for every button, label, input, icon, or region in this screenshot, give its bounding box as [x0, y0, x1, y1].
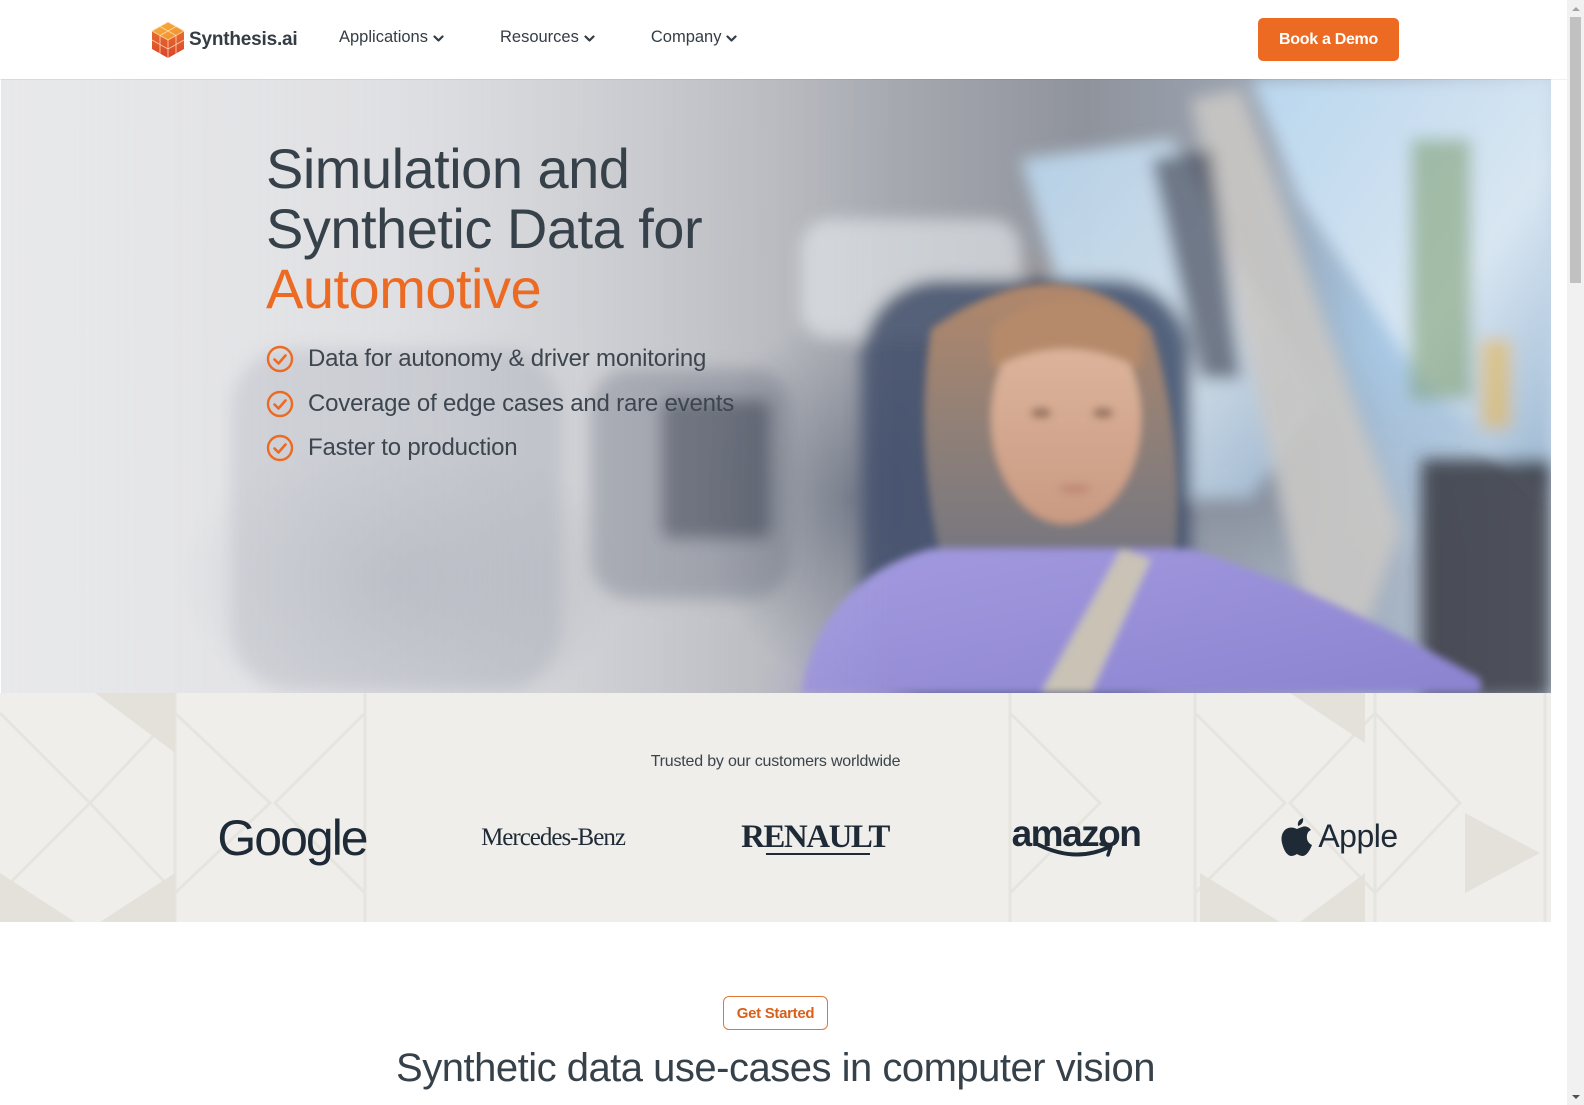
chevron-down-icon	[584, 35, 595, 42]
hero-content: Simulation and Synthetic Data for Automo…	[266, 139, 826, 471]
scrollbar-thumb[interactable]	[1570, 17, 1581, 283]
synthesis-cube-logo-icon	[151, 21, 185, 58]
hero-title-accent: Automotive	[266, 257, 542, 320]
google-logo: Google	[216, 808, 368, 868]
hero-feature-item: Data for autonomy & driver monitoring	[266, 337, 826, 382]
hero-feature-label: Faster to production	[308, 434, 518, 462]
apple-icon	[1281, 818, 1313, 856]
hero-title-line2: Synthetic Data for	[266, 197, 703, 260]
scroll-down-button[interactable]	[1567, 1088, 1584, 1105]
nav-item-applications[interactable]: Applications	[339, 28, 444, 47]
hero-feature-item: Coverage of edge cases and rare events	[266, 382, 826, 427]
nav-item-resources[interactable]: Resources	[500, 28, 595, 47]
check-circle-icon	[266, 435, 294, 462]
nav-item-label: Company	[650, 28, 722, 46]
apple-logo: Apple	[1276, 813, 1402, 859]
brand-logo-link[interactable]: Synthesis.ai	[151, 21, 298, 59]
mercedes-benz-logo: Mercedes-Benz	[470, 818, 636, 858]
scroll-up-button[interactable]	[1567, 0, 1584, 17]
apple-logo-text: Apple	[1318, 817, 1398, 854]
top-navigation: Synthesis.ai Applications Resources Comp…	[0, 0, 1567, 79]
chevron-down-icon	[726, 35, 738, 42]
page: Synthesis.ai Applications Resources Comp…	[0, 0, 1567, 1105]
google-logo-text: Google	[217, 810, 368, 866]
check-circle-icon	[266, 390, 294, 417]
trusted-label: Trusted by our customers worldwide	[650, 753, 901, 770]
arrow-up-icon	[1571, 6, 1580, 11]
renault-logo-text: RENAULT	[741, 819, 890, 855]
nav-item-company[interactable]: Company	[651, 28, 738, 47]
arrow-down-icon	[1571, 1094, 1580, 1099]
vertical-scrollbar[interactable]	[1567, 0, 1584, 1105]
nav-item-label: Resources	[499, 28, 579, 46]
renault-underline	[766, 853, 870, 855]
get-started-badge[interactable]: Get Started	[723, 996, 828, 1030]
customer-logos: Google Mercedes-Benz RENAULT amazon Appl…	[0, 803, 1551, 873]
hero-feature-item: Faster to production	[266, 426, 826, 471]
nav-item-label: Applications	[339, 28, 428, 46]
trusted-customers-section: Trusted by our customers worldwide Googl…	[0, 693, 1551, 922]
hero-title: Simulation and Synthetic Data for Automo…	[266, 139, 826, 319]
check-circle-icon	[266, 346, 294, 373]
hero-feature-list: Data for autonomy & driver monitoring Co…	[266, 337, 826, 471]
amazon-smile-icon	[1037, 842, 1113, 857]
hero-feature-label: Data for autonomy & driver monitoring	[308, 345, 707, 373]
use-cases-section-title: Synthetic data use-cases in computer vis…	[396, 1046, 1155, 1090]
hero-section: Simulation and Synthetic Data for Automo…	[1, 79, 1551, 693]
main-menu: Applications Resources Company	[339, 28, 793, 47]
chevron-down-icon	[433, 35, 444, 42]
book-demo-button[interactable]: Book a Demo	[1258, 18, 1399, 61]
mercedes-logo-text: Mercedes-Benz	[481, 824, 626, 851]
hero-feature-label: Coverage of edge cases and rare events	[308, 389, 735, 417]
renault-logo: RENAULT	[738, 813, 892, 861]
brand-name: Synthesis.ai	[189, 29, 298, 50]
hero-title-line1: Simulation and	[266, 137, 630, 200]
amazon-logo: amazon	[1008, 807, 1144, 865]
